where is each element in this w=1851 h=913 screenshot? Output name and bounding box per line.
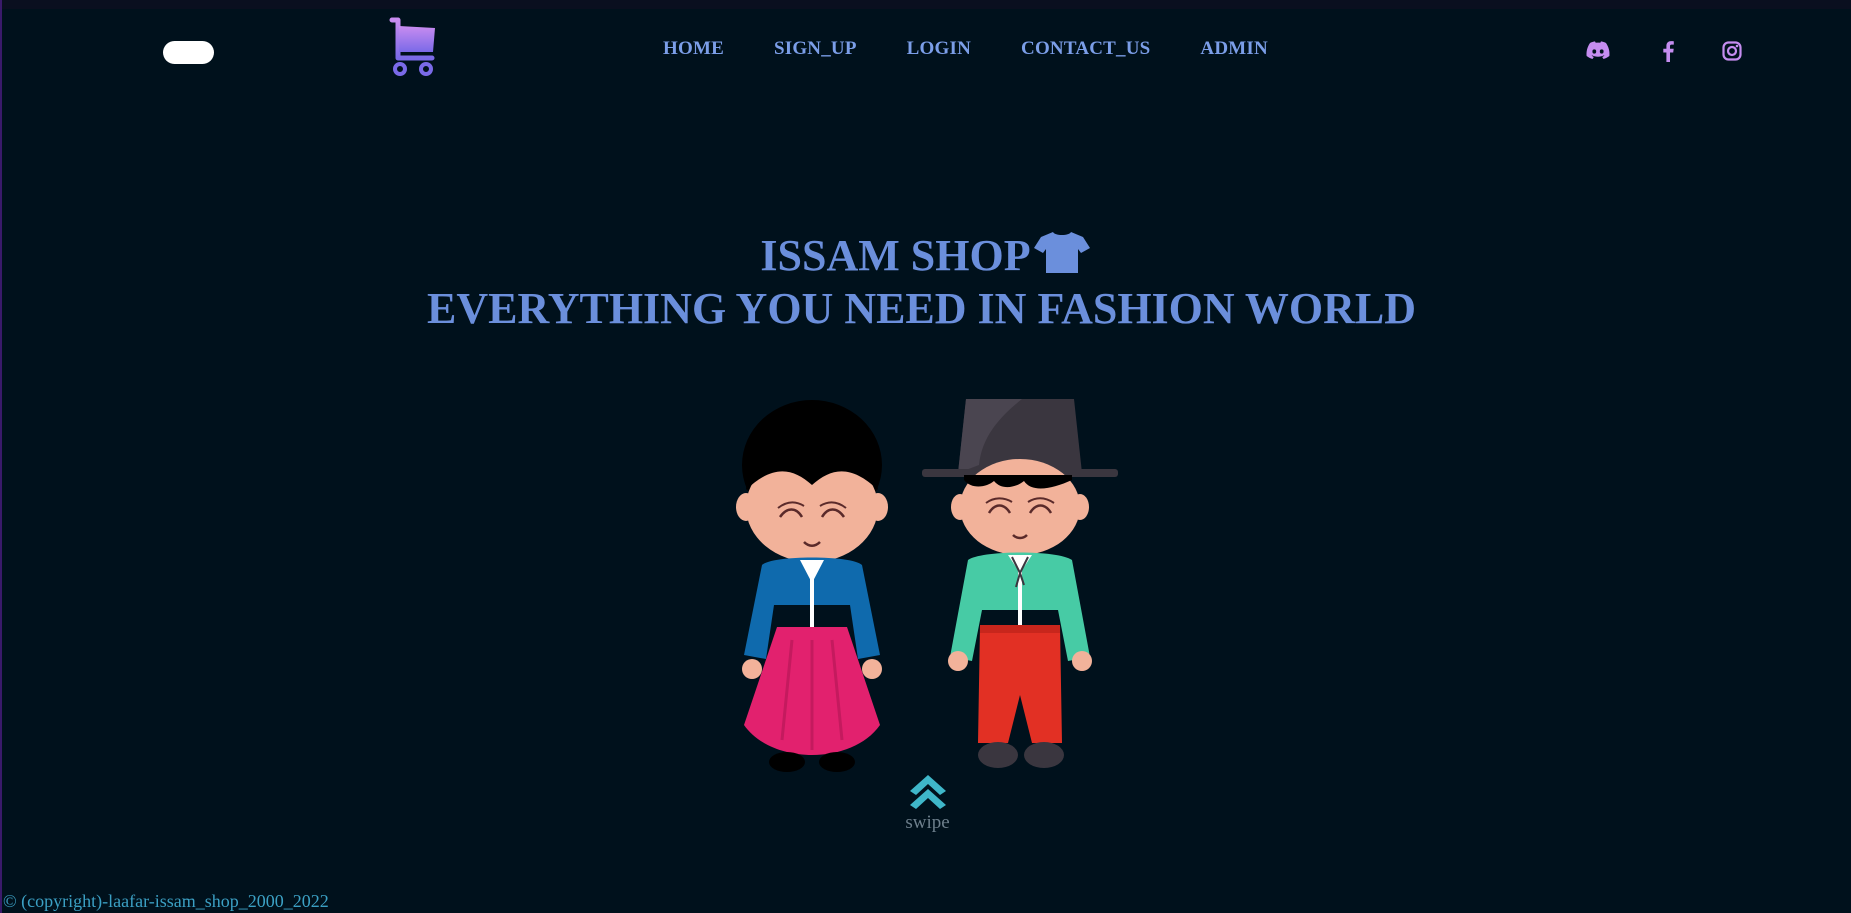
nav-contact-us[interactable]: CONTACT_US [1021, 38, 1150, 60]
traditional-kids-illustration [736, 399, 1118, 772]
nav-login[interactable]: LOGIN [907, 38, 971, 60]
hero-title: ISSAM SHOP [0, 230, 1851, 281]
social-links [1585, 38, 1745, 64]
facebook-icon[interactable] [1655, 38, 1681, 64]
double-chevron-up-icon [909, 775, 946, 809]
nav-sign-up[interactable]: SIGN_UP [774, 38, 857, 60]
discord-icon[interactable] [1585, 38, 1611, 64]
tshirt-icon [1033, 232, 1090, 273]
theme-toggle[interactable] [163, 41, 214, 64]
top-border [0, 0, 1851, 9]
hero-subtitle: EVERYTHING YOU NEED IN FASHION WORLD [427, 284, 1416, 333]
cart-logo-icon[interactable] [388, 16, 440, 78]
swipe-label: swipe [905, 812, 950, 833]
boy-figure [922, 399, 1118, 768]
instagram-icon[interactable] [1719, 38, 1745, 64]
hero-title-text: ISSAM SHOP [760, 231, 1031, 280]
nav-home[interactable]: HOME [663, 38, 724, 60]
copyright-text: © (copyright)-laafar-issam_shop_2000_202… [3, 891, 329, 911]
swipe-up-button[interactable]: swipe [900, 773, 955, 834]
left-border [0, 0, 2, 913]
main-nav: HOME SIGN_UP LOGIN CONTACT_US ADMIN [663, 38, 1268, 60]
nav-admin[interactable]: ADMIN [1200, 38, 1268, 60]
girl-figure [736, 400, 888, 772]
